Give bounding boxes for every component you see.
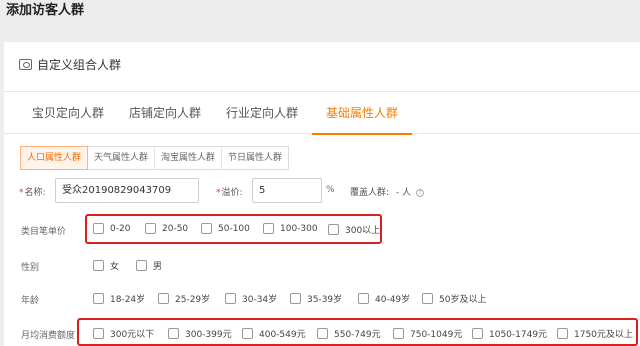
checkbox[interactable] — [290, 293, 301, 304]
page-title: 添加访客人群 — [6, 3, 85, 18]
age-option[interactable]: 40-49岁 — [358, 292, 410, 305]
card-header-title: 自定义组合人群 — [37, 57, 122, 72]
card-header: 自定义组合人群 — [19, 56, 121, 72]
checkbox[interactable] — [168, 328, 179, 339]
category-price-option[interactable]: 20-50 — [145, 223, 188, 234]
checkbox[interactable] — [136, 260, 147, 271]
age-option[interactable]: 30-34岁 — [225, 292, 277, 305]
checkbox[interactable] — [93, 260, 104, 271]
monthly-spend-option[interactable]: 750-1049元 — [393, 327, 462, 340]
monthly-spend-option[interactable]: 400-549元 — [242, 327, 306, 340]
gender-label: 性别 — [21, 263, 40, 273]
category-price-option[interactable]: 0-20 — [93, 223, 130, 234]
category-price-option[interactable]: 50-100 — [201, 223, 250, 234]
checkbox[interactable] — [317, 328, 328, 339]
checkbox[interactable] — [145, 223, 156, 234]
checkbox[interactable] — [422, 293, 433, 304]
monthly-spend-label: 月均消费额度 — [21, 331, 76, 341]
category-price-label: 类目笔单价 — [21, 227, 67, 237]
attribute-subtabs: 人口属性人群 天气属性人群 淘宝属性人群 节日属性人群 — [20, 146, 290, 170]
checkbox[interactable] — [93, 293, 104, 304]
name-label: *名称: — [19, 188, 46, 198]
checkbox[interactable] — [158, 293, 169, 304]
coverage-value: - 人 — [395, 188, 412, 198]
premium-label: *溢价: — [216, 188, 243, 198]
age-option[interactable]: 18-24岁 — [93, 292, 145, 305]
checkbox[interactable] — [472, 328, 483, 339]
checkbox[interactable] — [263, 223, 274, 234]
age-option[interactable]: 25-29岁 — [158, 292, 210, 305]
monthly-spend-option[interactable]: 300-399元 — [168, 327, 232, 340]
subtab-holiday[interactable]: 节日属性人群 — [222, 147, 288, 169]
audience-icon — [19, 58, 32, 70]
checkbox[interactable] — [328, 224, 339, 235]
gender-option-female[interactable]: 女 — [93, 259, 119, 272]
tab-basic-attribute-audience[interactable]: 基础属性人群 — [311, 92, 413, 135]
premium-input[interactable]: 5 — [252, 178, 322, 203]
subtab-weather[interactable]: 天气属性人群 — [88, 147, 156, 169]
category-price-option[interactable]: 100-300 — [263, 223, 318, 234]
age-label: 年龄 — [21, 296, 40, 306]
checkbox[interactable] — [225, 293, 236, 304]
tab-industry-audience[interactable]: 行业定向人群 — [226, 92, 298, 134]
checkbox[interactable] — [201, 223, 212, 234]
age-option[interactable]: 50岁及以上 — [422, 292, 486, 305]
custom-audience-card: 自定义组合人群 宝贝定向人群 店铺定向人群 行业定向人群 基础属性人群 人口属性… — [4, 42, 640, 346]
checkbox[interactable] — [557, 328, 568, 339]
name-input[interactable]: 受众20190829043709 — [55, 178, 199, 203]
tab-item-audience[interactable]: 宝贝定向人群 — [32, 92, 104, 134]
checkbox[interactable] — [93, 223, 104, 234]
monthly-spend-option[interactable]: 1050-1749元 — [472, 327, 547, 340]
gender-option-male[interactable]: 男 — [136, 259, 162, 272]
checkbox[interactable] — [242, 328, 253, 339]
category-price-option[interactable]: 300以上 — [328, 223, 380, 236]
monthly-spend-option[interactable]: 550-749元 — [317, 327, 381, 340]
coverage-label: 覆盖人群: - 人 ? — [350, 185, 424, 198]
checkbox[interactable] — [393, 328, 404, 339]
age-option[interactable]: 35-39岁 — [290, 292, 342, 305]
tab-shop-audience[interactable]: 店铺定向人群 — [129, 92, 201, 134]
subtab-taobao[interactable]: 淘宝属性人群 — [155, 147, 223, 169]
help-icon[interactable]: ? — [415, 188, 424, 197]
audience-type-tabs: 宝贝定向人群 店铺定向人群 行业定向人群 基础属性人群 — [4, 92, 640, 135]
monthly-spend-option[interactable]: 300元以下 — [93, 327, 154, 340]
subtab-demographic[interactable]: 人口属性人群 — [20, 146, 89, 170]
checkbox[interactable] — [358, 293, 369, 304]
checkbox[interactable] — [93, 328, 104, 339]
monthly-spend-option[interactable]: 1750元及以上 — [557, 327, 633, 340]
premium-unit: % — [326, 185, 335, 195]
